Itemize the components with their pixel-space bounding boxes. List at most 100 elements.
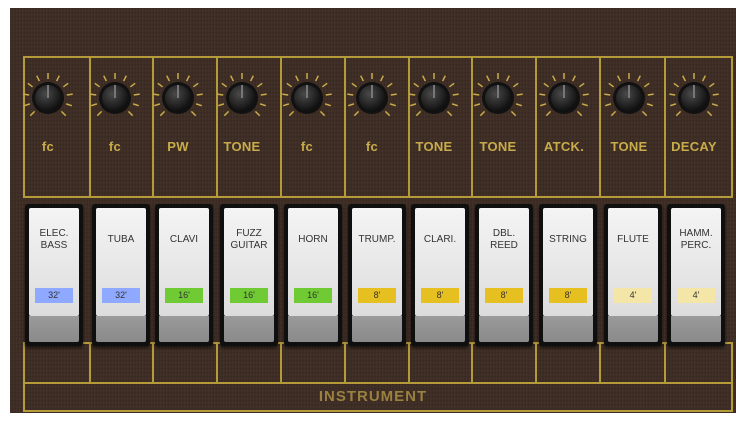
knob-label: DECAY <box>671 139 717 154</box>
instrument-button-base <box>29 316 79 342</box>
instrument-button[interactable]: TUBA 32' <box>92 204 150 346</box>
knob-cell: TONE <box>214 64 270 184</box>
footage-badge: 8' <box>421 288 459 303</box>
instrument-button[interactable]: STRING 8' <box>539 204 597 346</box>
instrument-panel: fc fc PW TONE fc fc TONE TONE ATCK. TONE… <box>10 8 736 413</box>
instrument-button-base <box>224 316 274 342</box>
footage-badge: 16' <box>165 288 203 303</box>
rotary-knob[interactable] <box>279 70 335 126</box>
knob-label: fc <box>365 139 379 154</box>
instrument-divider-vertical <box>599 342 601 382</box>
knob-cell: TONE <box>406 64 462 184</box>
instrument-button-face: STRING 8' <box>543 208 593 316</box>
instrument-divider-vertical <box>664 342 666 382</box>
instrument-label: FUZZ GUITAR <box>230 228 268 251</box>
instrument-button[interactable]: CLAVI 16' <box>155 204 213 346</box>
knob-cell: fc <box>344 64 400 184</box>
rotary-knob[interactable] <box>406 70 462 126</box>
instrument-button[interactable]: HAMM. PERC. 4' <box>667 204 725 346</box>
instrument-divider-vertical <box>471 342 473 382</box>
instrument-button-base <box>608 316 658 342</box>
instrument-label: FLUTE <box>617 234 649 245</box>
instrument-label: CLARI. <box>423 234 457 245</box>
instrument-divider-vertical <box>344 342 346 382</box>
instrument-button-base <box>159 316 209 342</box>
knob-label: fc <box>300 139 314 154</box>
knob-cell: ATCK. <box>536 64 592 184</box>
instrument-button-face: CLARI. 8' <box>415 208 465 316</box>
instrument-button-base <box>543 316 593 342</box>
instrument-label: ELEC. BASS <box>39 228 69 251</box>
instrument-divider-vertical <box>280 342 282 382</box>
instrument-button-face: ELEC. BASS 32' <box>29 208 79 316</box>
instrument-button[interactable]: ELEC. BASS 32' <box>25 204 83 346</box>
rotary-knob[interactable] <box>470 70 526 126</box>
knob-cell: fc <box>20 64 76 184</box>
instrument-button[interactable]: FLUTE 4' <box>604 204 662 346</box>
footage-badge: 32' <box>35 288 73 303</box>
knob-label: PW <box>167 139 189 154</box>
instrument-divider <box>23 382 733 384</box>
instrument-divider-vertical <box>535 342 537 382</box>
instrument-button-base <box>96 316 146 342</box>
instrument-button-face: FLUTE 4' <box>608 208 658 316</box>
rotary-knob[interactable] <box>87 70 143 126</box>
knob-cell: TONE <box>601 64 657 184</box>
instrument-button-face: TUBA 32' <box>96 208 146 316</box>
instrument-button[interactable]: HORN 16' <box>284 204 342 346</box>
instrument-section-label: INSTRUMENT <box>318 388 428 405</box>
knob-label: TONE <box>415 139 453 154</box>
rotary-knob[interactable] <box>536 70 592 126</box>
knob-label: TONE <box>610 139 648 154</box>
knob-label: TONE <box>223 139 261 154</box>
knob-cell: DECAY <box>666 64 722 184</box>
instrument-button-face: CLAVI 16' <box>159 208 209 316</box>
instrument-divider-vertical <box>89 342 91 382</box>
instrument-label: HORN <box>298 234 328 245</box>
knob-cell: PW <box>150 64 206 184</box>
instrument-label: STRING <box>549 234 587 245</box>
footage-badge: 32' <box>102 288 140 303</box>
instrument-button-face: HORN 16' <box>288 208 338 316</box>
instrument-button-face: HAMM. PERC. 4' <box>671 208 721 316</box>
footage-badge: 4' <box>614 288 652 303</box>
instrument-button-base <box>671 316 721 342</box>
rotary-knob[interactable] <box>150 70 206 126</box>
footage-badge: 16' <box>230 288 268 303</box>
knob-label: fc <box>41 139 55 154</box>
footage-badge: 4' <box>677 288 715 303</box>
rotary-knob[interactable] <box>666 70 722 126</box>
instrument-divider-vertical <box>408 342 410 382</box>
knob-label: fc <box>108 139 122 154</box>
instrument-button-face: TRUMP. 8' <box>352 208 402 316</box>
rotary-knob[interactable] <box>20 70 76 126</box>
knob-label: ATCK. <box>543 139 585 154</box>
footage-badge: 8' <box>549 288 587 303</box>
instrument-button-base <box>415 316 465 342</box>
rotary-knob[interactable] <box>214 70 270 126</box>
instrument-button-base <box>479 316 529 342</box>
instrument-button-face: DBL. REED 8' <box>479 208 529 316</box>
knob-cell: fc <box>279 64 335 184</box>
instrument-button[interactable]: CLARI. 8' <box>411 204 469 346</box>
instrument-button-base <box>288 316 338 342</box>
knob-cell: fc <box>87 64 143 184</box>
instrument-label: TRUMP. <box>358 234 396 245</box>
instrument-divider-vertical <box>216 342 218 382</box>
instrument-label: CLAVI <box>169 234 199 245</box>
instrument-label: HAMM. PERC. <box>679 228 713 251</box>
rotary-knob[interactable] <box>601 70 657 126</box>
footage-badge: 16' <box>294 288 332 303</box>
instrument-button-face: FUZZ GUITAR 16' <box>224 208 274 316</box>
instrument-label: TUBA <box>107 234 135 245</box>
instrument-button-base <box>352 316 402 342</box>
knob-label: TONE <box>479 139 517 154</box>
footage-badge: 8' <box>485 288 523 303</box>
rotary-knob[interactable] <box>344 70 400 126</box>
instrument-button[interactable]: DBL. REED 8' <box>475 204 533 346</box>
instrument-label: DBL. REED <box>490 228 518 251</box>
knob-cell: TONE <box>470 64 526 184</box>
instrument-divider-vertical <box>152 342 154 382</box>
instrument-button[interactable]: TRUMP. 8' <box>348 204 406 346</box>
instrument-button[interactable]: FUZZ GUITAR 16' <box>220 204 278 346</box>
